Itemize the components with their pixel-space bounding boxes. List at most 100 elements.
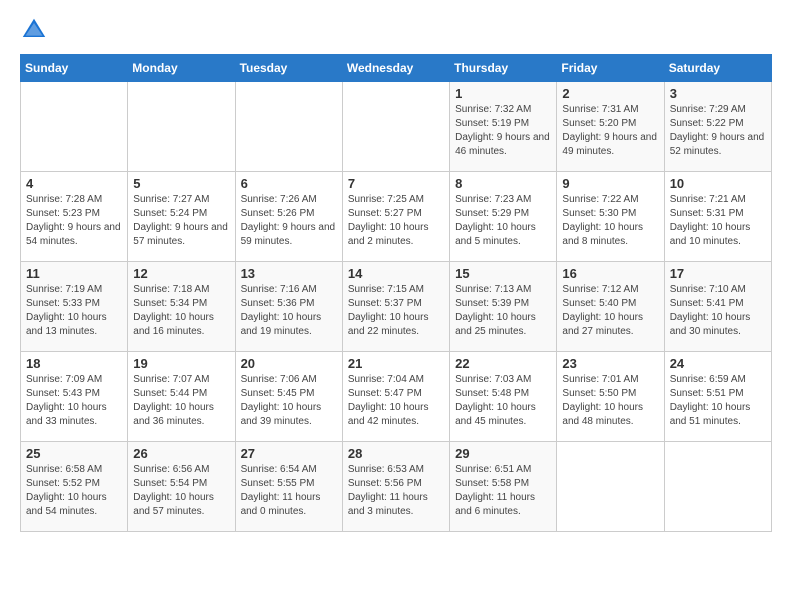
day-number: 10: [670, 176, 766, 191]
header-day-friday: Friday: [557, 55, 664, 82]
header-row: SundayMondayTuesdayWednesdayThursdayFrid…: [21, 55, 772, 82]
day-info: Sunrise: 7:19 AMSunset: 5:33 PMDaylight:…: [26, 283, 122, 339]
day-info: Sunrise: 7:22 AMSunset: 5:30 PMDaylight:…: [562, 193, 658, 249]
calendar-cell: 12 Sunrise: 7:18 AMSunset: 5:34 PMDayligh…: [128, 262, 235, 352]
day-number: 24: [670, 356, 766, 371]
logo-icon: [20, 16, 48, 44]
calendar-cell: 1 Sunrise: 7:32 AMSunset: 5:19 PMDaylight…: [450, 82, 557, 172]
day-number: 2: [562, 86, 658, 101]
day-number: 29: [455, 446, 551, 461]
day-info: Sunrise: 6:56 AMSunset: 5:54 PMDaylight:…: [133, 463, 229, 519]
day-number: 19: [133, 356, 229, 371]
day-info: Sunrise: 7:04 AMSunset: 5:47 PMDaylight:…: [348, 373, 444, 429]
calendar-cell: 10 Sunrise: 7:21 AMSunset: 5:31 PMDayligh…: [664, 172, 771, 262]
day-number: 17: [670, 266, 766, 281]
calendar-cell: 5 Sunrise: 7:27 AMSunset: 5:24 PMDaylight…: [128, 172, 235, 262]
calendar-cell: 28 Sunrise: 6:53 AMSunset: 5:56 PMDayligh…: [342, 442, 449, 532]
week-row-4: 18 Sunrise: 7:09 AMSunset: 5:43 PMDayligh…: [21, 352, 772, 442]
calendar-cell: 18 Sunrise: 7:09 AMSunset: 5:43 PMDayligh…: [21, 352, 128, 442]
day-info: Sunrise: 7:21 AMSunset: 5:31 PMDaylight:…: [670, 193, 766, 249]
day-number: 16: [562, 266, 658, 281]
logo: [20, 16, 52, 44]
calendar-cell: 14 Sunrise: 7:15 AMSunset: 5:37 PMDayligh…: [342, 262, 449, 352]
calendar-cell: 7 Sunrise: 7:25 AMSunset: 5:27 PMDaylight…: [342, 172, 449, 262]
header-day-saturday: Saturday: [664, 55, 771, 82]
calendar-cell: 2 Sunrise: 7:31 AMSunset: 5:20 PMDaylight…: [557, 82, 664, 172]
day-number: 28: [348, 446, 444, 461]
header-day-wednesday: Wednesday: [342, 55, 449, 82]
calendar-cell: 19 Sunrise: 7:07 AMSunset: 5:44 PMDayligh…: [128, 352, 235, 442]
day-number: 26: [133, 446, 229, 461]
day-info: Sunrise: 7:32 AMSunset: 5:19 PMDaylight:…: [455, 103, 551, 159]
header-day-thursday: Thursday: [450, 55, 557, 82]
calendar-cell: [128, 82, 235, 172]
day-number: 20: [241, 356, 337, 371]
calendar-table: SundayMondayTuesdayWednesdayThursdayFrid…: [20, 54, 772, 532]
calendar-cell: 20 Sunrise: 7:06 AMSunset: 5:45 PMDayligh…: [235, 352, 342, 442]
calendar-cell: 13Sunrise: 7:16 AMSunset: 5:36 PMDayligh…: [235, 262, 342, 352]
calendar-cell: 9 Sunrise: 7:22 AMSunset: 5:30 PMDaylight…: [557, 172, 664, 262]
calendar-cell: 17Sunrise: 7:10 AMSunset: 5:41 PMDayligh…: [664, 262, 771, 352]
day-number: 27: [241, 446, 337, 461]
day-info: Sunrise: 7:16 AMSunset: 5:36 PMDaylight:…: [241, 283, 337, 339]
calendar-cell: [664, 442, 771, 532]
calendar-cell: 23Sunrise: 7:01 AMSunset: 5:50 PMDayligh…: [557, 352, 664, 442]
day-number: 14: [348, 266, 444, 281]
day-number: 8: [455, 176, 551, 191]
day-number: 12: [133, 266, 229, 281]
day-info: Sunrise: 7:15 AMSunset: 5:37 PMDaylight:…: [348, 283, 444, 339]
calendar-cell: 6 Sunrise: 7:26 AMSunset: 5:26 PMDaylight…: [235, 172, 342, 262]
day-info: Sunrise: 6:53 AMSunset: 5:56 PMDaylight:…: [348, 463, 444, 519]
day-number: 15: [455, 266, 551, 281]
day-number: 7: [348, 176, 444, 191]
day-info: Sunrise: 7:07 AMSunset: 5:44 PMDaylight:…: [133, 373, 229, 429]
day-number: 6: [241, 176, 337, 191]
calendar-cell: 22Sunrise: 7:03 AMSunset: 5:48 PMDayligh…: [450, 352, 557, 442]
day-number: 3: [670, 86, 766, 101]
day-info: Sunrise: 7:26 AMSunset: 5:26 PMDaylight:…: [241, 193, 337, 249]
day-info: Sunrise: 6:51 AMSunset: 5:58 PMDaylight:…: [455, 463, 551, 519]
day-info: Sunrise: 7:13 AMSunset: 5:39 PMDaylight:…: [455, 283, 551, 339]
day-info: Sunrise: 7:31 AMSunset: 5:20 PMDaylight:…: [562, 103, 658, 159]
calendar-cell: 25Sunrise: 6:58 AMSunset: 5:52 PMDayligh…: [21, 442, 128, 532]
week-row-3: 11 Sunrise: 7:19 AMSunset: 5:33 PMDayligh…: [21, 262, 772, 352]
calendar-cell: 29 Sunrise: 6:51 AMSunset: 5:58 PMDayligh…: [450, 442, 557, 532]
calendar-cell: [21, 82, 128, 172]
header-day-sunday: Sunday: [21, 55, 128, 82]
header-day-tuesday: Tuesday: [235, 55, 342, 82]
day-info: Sunrise: 7:01 AMSunset: 5:50 PMDaylight:…: [562, 373, 658, 429]
calendar-cell: 3Sunrise: 7:29 AMSunset: 5:22 PMDaylight…: [664, 82, 771, 172]
day-number: 9: [562, 176, 658, 191]
header-day-monday: Monday: [128, 55, 235, 82]
day-info: Sunrise: 7:28 AMSunset: 5:23 PMDaylight:…: [26, 193, 122, 249]
header: [20, 16, 772, 44]
calendar-cell: 24Sunrise: 6:59 AMSunset: 5:51 PMDayligh…: [664, 352, 771, 442]
calendar-cell: 27 Sunrise: 6:54 AMSunset: 5:55 PMDayligh…: [235, 442, 342, 532]
day-info: Sunrise: 6:54 AMSunset: 5:55 PMDaylight:…: [241, 463, 337, 519]
day-info: Sunrise: 7:09 AMSunset: 5:43 PMDaylight:…: [26, 373, 122, 429]
day-info: Sunrise: 7:23 AMSunset: 5:29 PMDaylight:…: [455, 193, 551, 249]
calendar-cell: [557, 442, 664, 532]
calendar-cell: 8 Sunrise: 7:23 AMSunset: 5:29 PMDaylight…: [450, 172, 557, 262]
calendar-cell: [235, 82, 342, 172]
day-number: 11: [26, 266, 122, 281]
day-number: 18: [26, 356, 122, 371]
calendar-cell: 26 Sunrise: 6:56 AMSunset: 5:54 PMDayligh…: [128, 442, 235, 532]
calendar-cell: 4 Sunrise: 7:28 AMSunset: 5:23 PMDaylight…: [21, 172, 128, 262]
day-info: Sunrise: 6:58 AMSunset: 5:52 PMDaylight:…: [26, 463, 122, 519]
day-number: 4: [26, 176, 122, 191]
calendar-cell: 15 Sunrise: 7:13 AMSunset: 5:39 PMDayligh…: [450, 262, 557, 352]
day-info: Sunrise: 7:18 AMSunset: 5:34 PMDaylight:…: [133, 283, 229, 339]
week-row-5: 25Sunrise: 6:58 AMSunset: 5:52 PMDayligh…: [21, 442, 772, 532]
day-number: 22: [455, 356, 551, 371]
day-info: Sunrise: 7:25 AMSunset: 5:27 PMDaylight:…: [348, 193, 444, 249]
week-row-2: 4 Sunrise: 7:28 AMSunset: 5:23 PMDaylight…: [21, 172, 772, 262]
day-info: Sunrise: 7:27 AMSunset: 5:24 PMDaylight:…: [133, 193, 229, 249]
day-number: 21: [348, 356, 444, 371]
week-row-1: 1 Sunrise: 7:32 AMSunset: 5:19 PMDaylight…: [21, 82, 772, 172]
day-number: 1: [455, 86, 551, 101]
calendar-body: 1 Sunrise: 7:32 AMSunset: 5:19 PMDaylight…: [21, 82, 772, 532]
day-info: Sunrise: 7:06 AMSunset: 5:45 PMDaylight:…: [241, 373, 337, 429]
day-number: 5: [133, 176, 229, 191]
day-info: Sunrise: 7:12 AMSunset: 5:40 PMDaylight:…: [562, 283, 658, 339]
